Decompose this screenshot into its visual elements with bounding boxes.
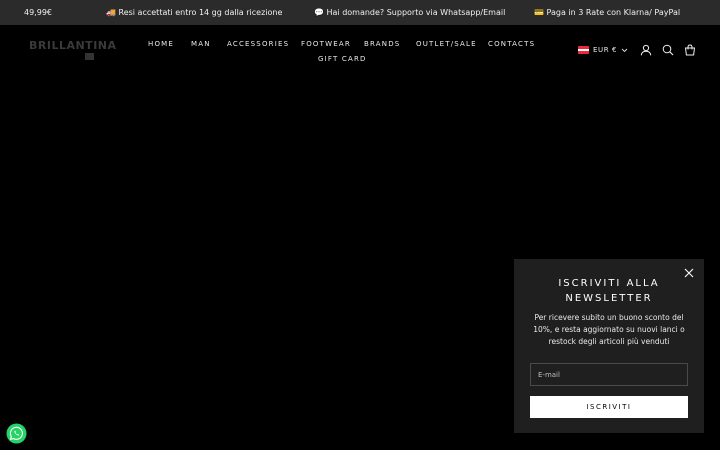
nav-item-footwear[interactable]: FOOTWEAR — [301, 40, 351, 48]
newsletter-description: Per ricevere subito un buono sconto del … — [533, 313, 685, 346]
logo-mark — [85, 53, 94, 60]
currency-label: EUR € — [593, 46, 618, 54]
site-header: BRILLANTINA HOME MAN ACCESSORIES FOOTWEA… — [0, 25, 720, 75]
announcement-item: 🚚 Resi accettati entro 14 gg dalla ricez… — [106, 8, 283, 17]
nav-item-outlet-sale[interactable]: OUTLET/SALE — [416, 40, 477, 48]
chevron-down-icon — [621, 48, 628, 52]
logo[interactable]: BRILLANTINA — [29, 39, 117, 60]
nav-item-contacts[interactable]: CONTACTS — [488, 40, 535, 48]
newsletter-title: ISCRIVITI ALLA NEWSLETTER — [558, 278, 660, 304]
nav-item-gift-card[interactable]: GIFT CARD — [318, 55, 367, 63]
announcement-bar: 49,99€ 🚚 Resi accettati entro 14 gg dall… — [0, 0, 720, 25]
newsletter-popup: ISCRIVITI ALLA NEWSLETTER Per ricevere s… — [514, 259, 704, 433]
nav-item-accessories[interactable]: ACCESSORIES — [227, 40, 289, 48]
nav-item-home[interactable]: HOME — [148, 40, 174, 48]
cart-icon[interactable] — [684, 44, 696, 56]
currency-selector[interactable]: EUR € — [578, 46, 628, 54]
announcement-item: 49,99€ — [24, 8, 52, 17]
subscribe-button[interactable]: ISCRIVITI — [530, 396, 688, 418]
logo-text: BRILLANTINA — [29, 39, 117, 52]
nav-item-brands[interactable]: BRANDS — [364, 40, 400, 48]
whatsapp-icon[interactable] — [6, 423, 27, 444]
announcement-item: 💬 Hai domande? Supporto via Whatsapp/Ema… — [314, 8, 506, 17]
search-icon[interactable] — [662, 44, 674, 56]
announcement-item: 💳 Paga in 3 Rate con Klarna/ PayPal — [534, 8, 681, 17]
austria-flag-icon — [578, 46, 589, 54]
nav-item-man[interactable]: MAN — [191, 40, 211, 48]
email-field[interactable] — [530, 363, 688, 386]
account-icon[interactable] — [640, 44, 652, 56]
